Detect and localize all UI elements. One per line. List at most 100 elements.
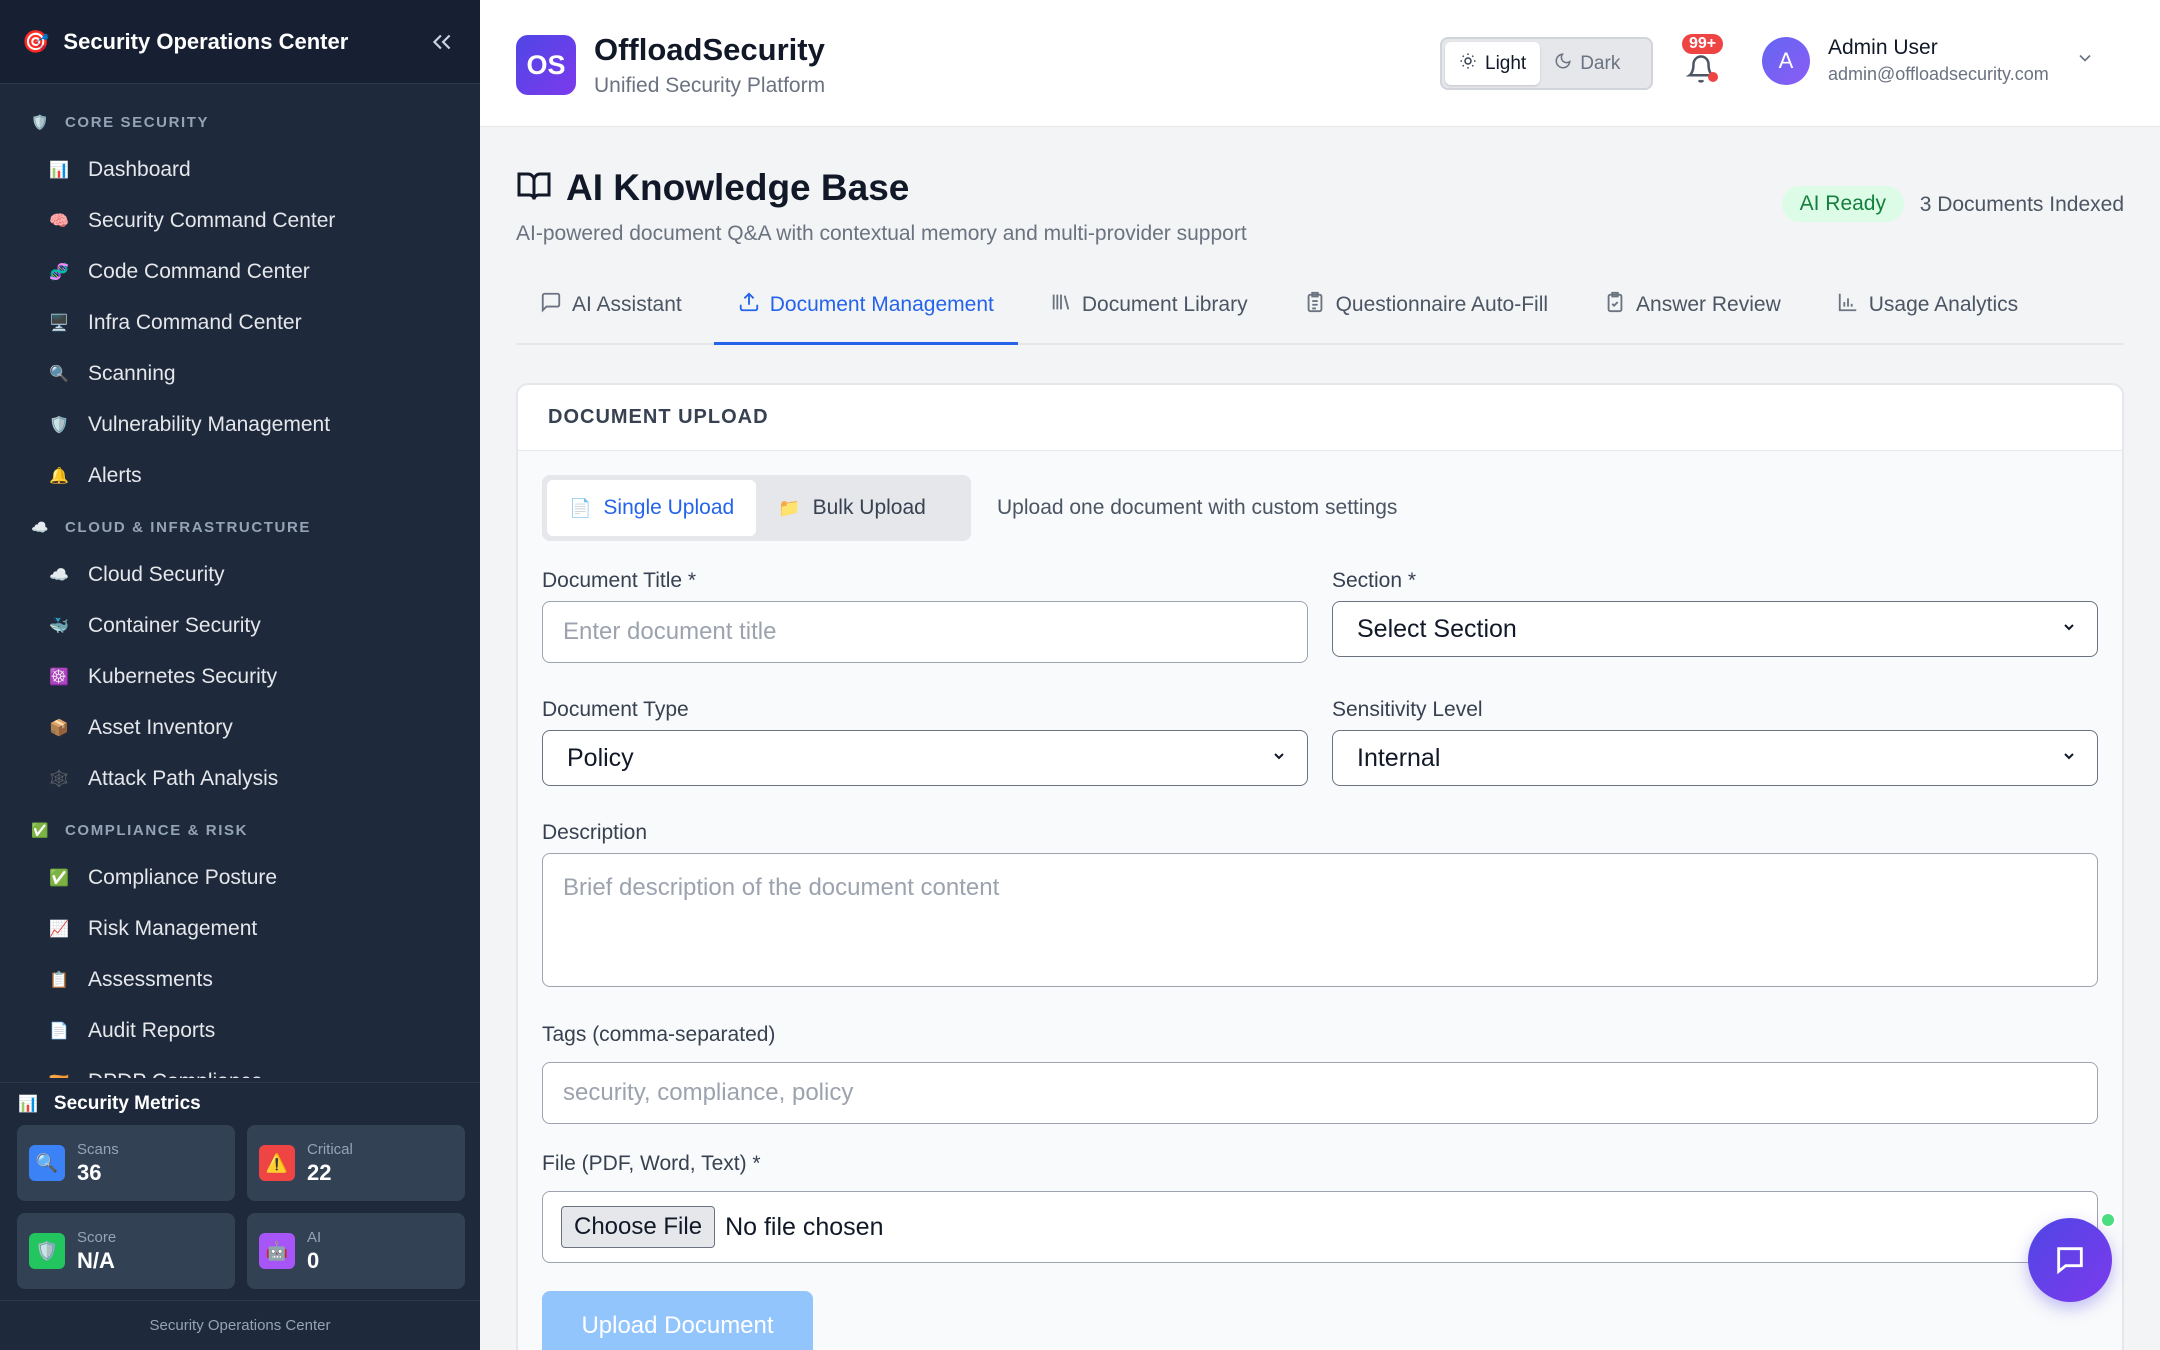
page-description: AI-powered document Q&A with contextual … bbox=[516, 222, 1247, 245]
sidebar: 🎯 Security Operations Center 🛡️ CORE SEC… bbox=[0, 0, 480, 1350]
single-upload-button[interactable]: 📄 Single Upload bbox=[547, 480, 757, 536]
bell-icon: 🔔 bbox=[49, 467, 69, 485]
sidebar-item-label: DPDP Compliance bbox=[88, 1070, 263, 1079]
sidebar-item-label: Attack Path Analysis bbox=[88, 766, 279, 790]
theme-light-label: Light bbox=[1485, 52, 1527, 74]
section-label: CORE SECURITY bbox=[65, 113, 210, 131]
sidebar-item-dpdp-compliance[interactable]: 🇮🇳 DPDP Compliance bbox=[0, 1056, 480, 1079]
sidebar-item-security-command-center[interactable]: 🧠 Security Command Center bbox=[0, 195, 480, 246]
collapse-sidebar-icon[interactable] bbox=[426, 26, 458, 58]
sidebar-item-code-command-center[interactable]: 🧬 Code Command Center bbox=[0, 246, 480, 297]
tab-usage-analytics[interactable]: Usage Analytics bbox=[1813, 267, 2042, 345]
sidebar-item-compliance-posture[interactable]: ✅ Compliance Posture bbox=[0, 852, 480, 903]
sidebar-item-audit-reports[interactable]: 📄 Audit Reports bbox=[0, 1005, 480, 1056]
sidebar-item-risk-management[interactable]: 📈 Risk Management bbox=[0, 903, 480, 954]
tab-ai-assistant[interactable]: AI Assistant bbox=[516, 267, 706, 345]
sidebar-item-label: Container Security bbox=[88, 613, 261, 637]
upload-mode-hint: Upload one document with custom settings bbox=[997, 496, 1398, 519]
page-title: AI Knowledge Base bbox=[566, 167, 910, 208]
tab-answer-review[interactable]: Answer Review bbox=[1580, 267, 1805, 345]
sidebar-item-label: Compliance Posture bbox=[88, 865, 278, 889]
bar-chart-icon: 📊 bbox=[18, 1096, 38, 1113]
sensitivity-level-label: Sensitivity Level bbox=[1332, 698, 1483, 721]
shield-icon: 🛡️ bbox=[29, 1233, 65, 1269]
tags-label: Tags (comma-separated) bbox=[542, 1023, 776, 1046]
sidebar-item-vulnerability-management[interactable]: 🛡️ Vulnerability Management bbox=[0, 399, 480, 450]
upload-icon bbox=[738, 291, 760, 318]
file-input[interactable]: Choose File No file chosen bbox=[542, 1191, 2098, 1263]
sidebar-item-label: Asset Inventory bbox=[88, 715, 233, 739]
sidebar-item-asset-inventory[interactable]: 📦 Asset Inventory bbox=[0, 702, 480, 753]
sidebar-item-infra-command-center[interactable]: 🖥️ Infra Command Center bbox=[0, 297, 480, 348]
warning-icon: ⚠️ bbox=[259, 1145, 295, 1181]
document-type-select[interactable]: Policy bbox=[542, 730, 1308, 786]
checkmark-icon: ✅ bbox=[49, 869, 69, 887]
metric-card-scans[interactable]: 🔍 Scans 36 bbox=[17, 1125, 235, 1201]
description-textarea[interactable]: Brief description of the document conten… bbox=[542, 853, 2098, 987]
sidebar-item-assessments[interactable]: 📋 Assessments bbox=[0, 954, 480, 1005]
clipboard-list-icon bbox=[1304, 291, 1326, 318]
metric-card-critical[interactable]: ⚠️ Critical 22 bbox=[247, 1125, 465, 1201]
chat-widget-button[interactable] bbox=[2028, 1212, 2116, 1302]
user-menu[interactable]: A Admin User admin@offloadsecurity.com bbox=[1762, 36, 2095, 85]
tab-label: Usage Analytics bbox=[1868, 292, 2019, 316]
tab-document-management[interactable]: Document Management bbox=[713, 267, 1018, 345]
online-status-dot bbox=[2100, 1212, 2116, 1228]
sidebar-item-scanning[interactable]: 🔍 Scanning bbox=[0, 348, 480, 399]
tags-input[interactable]: security, compliance, policy bbox=[542, 1062, 2098, 1124]
sidebar-section-cloud: ☁️ CLOUD & INFRASTRUCTURE bbox=[0, 505, 480, 549]
sidebar-item-cloud-security[interactable]: ☁️ Cloud Security bbox=[0, 549, 480, 600]
checkmark-icon: ✅ bbox=[31, 821, 49, 838]
document-type-label: Document Type bbox=[542, 698, 689, 721]
bulk-upload-button[interactable]: 📁 Bulk Upload bbox=[756, 480, 948, 536]
document-title-label: Document Title * bbox=[542, 569, 697, 592]
upload-form: 📄 Single Upload 📁 Bulk Upload Upload one… bbox=[518, 451, 2122, 1350]
document-type-value: Policy bbox=[567, 743, 634, 772]
book-icon bbox=[516, 168, 552, 209]
sidebar-item-dashboard[interactable]: 📊 Dashboard bbox=[0, 144, 480, 195]
sensitivity-level-select[interactable]: Internal bbox=[1332, 730, 2098, 786]
sidebar-item-label: Scanning bbox=[88, 361, 176, 385]
sidebar-item-label: Vulnerability Management bbox=[88, 412, 331, 436]
tab-document-library[interactable]: Document Library bbox=[1026, 267, 1272, 345]
sidebar-section-compliance: ✅ COMPLIANCE & RISK bbox=[0, 808, 480, 852]
tab-label: Questionnaire Auto-Fill bbox=[1335, 292, 1549, 316]
sidebar-item-alerts[interactable]: 🔔 Alerts bbox=[0, 450, 480, 501]
tab-label: AI Assistant bbox=[572, 292, 682, 316]
metric-card-ai[interactable]: 🤖 AI 0 bbox=[247, 1213, 465, 1289]
brand[interactable]: OS OffloadSecurity Unified Security Plat… bbox=[516, 32, 825, 98]
tab-questionnaire-auto-fill[interactable]: Questionnaire Auto-Fill bbox=[1280, 267, 1572, 345]
metric-card-score[interactable]: 🛡️ Score N/A bbox=[17, 1213, 235, 1289]
sidebar-header: 🎯 Security Operations Center bbox=[0, 0, 480, 84]
sidebar-item-container-security[interactable]: 🐳 Container Security bbox=[0, 600, 480, 651]
section-select[interactable]: Select Section bbox=[1332, 601, 2098, 657]
metric-label: Scans bbox=[77, 1140, 119, 1158]
card-title: DOCUMENT UPLOAD bbox=[518, 385, 2122, 451]
sidebar-item-attack-path-analysis[interactable]: 🕸️ Attack Path Analysis bbox=[0, 753, 480, 804]
choose-file-button[interactable]: Choose File bbox=[561, 1206, 716, 1248]
sidebar-item-kubernetes-security[interactable]: ☸️ Kubernetes Security bbox=[0, 651, 480, 702]
sidebar-item-label: Security Command Center bbox=[88, 208, 336, 232]
flag-icon: 🇮🇳 bbox=[48, 1071, 70, 1079]
tab-bar: AI Assistant Document Management Documen… bbox=[516, 267, 2124, 345]
brand-name: OffloadSecurity bbox=[594, 32, 825, 67]
chat-icon bbox=[2057, 1247, 2083, 1275]
metric-value: 36 bbox=[77, 1159, 102, 1185]
form-fields: Document Title * Enter document title Se… bbox=[542, 555, 2098, 1350]
brand-tagline: Unified Security Platform bbox=[594, 74, 826, 97]
chevron-down-icon bbox=[2061, 619, 2077, 640]
notifications-button[interactable]: 99+ bbox=[1682, 34, 1724, 86]
moon-icon bbox=[1554, 52, 1572, 75]
theme-light-button[interactable]: Light bbox=[1445, 42, 1541, 85]
target-icon: 🎯 bbox=[22, 28, 50, 54]
main-content: AI Knowledge Base AI-powered document Q&… bbox=[516, 127, 2124, 1350]
single-upload-label: Single Upload bbox=[603, 496, 735, 519]
theme-dark-button[interactable]: Dark bbox=[1540, 42, 1634, 85]
metric-value: N/A bbox=[77, 1247, 115, 1273]
section-select-value: Select Section bbox=[1357, 614, 1517, 643]
upload-document-button[interactable]: Upload Document bbox=[542, 1291, 813, 1350]
document-title-input[interactable]: Enter document title bbox=[542, 601, 1308, 663]
cloud-icon: ☁️ bbox=[49, 566, 69, 584]
theme-dark-label: Dark bbox=[1580, 52, 1621, 74]
sidebar-section-core: 🛡️ CORE SECURITY bbox=[0, 100, 480, 144]
